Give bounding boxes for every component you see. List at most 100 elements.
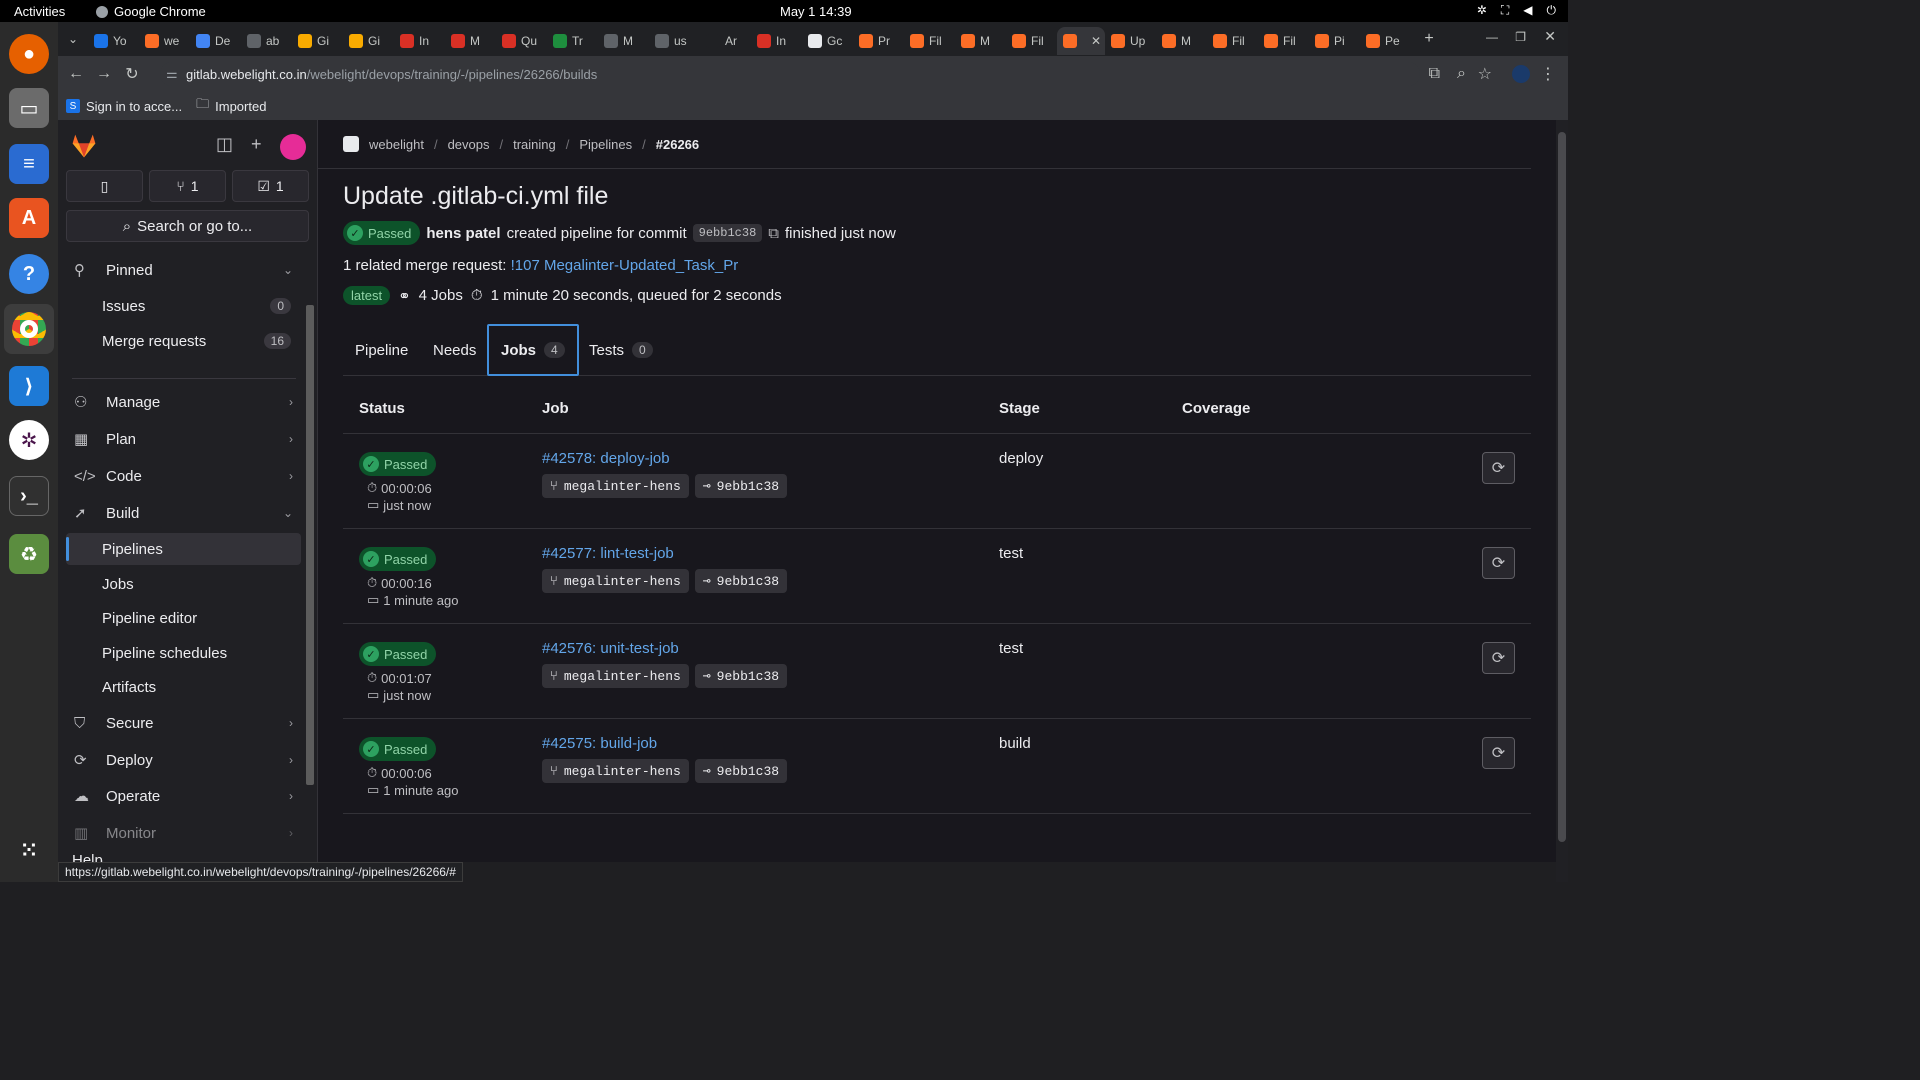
- retry-button[interactable]: ⟳: [1482, 737, 1515, 769]
- bookmark-folder-imported[interactable]: 🗀 Imported: [196, 95, 266, 117]
- new-tab-button[interactable]: +: [1415, 30, 1443, 48]
- breadcrumb-devops[interactable]: devops: [448, 137, 490, 152]
- browser-tab[interactable]: In: [394, 27, 445, 55]
- user-avatar[interactable]: [279, 134, 306, 160]
- bookmark-signin[interactable]: S Sign in to acce...: [66, 99, 182, 114]
- terminal-icon[interactable]: ›_: [9, 476, 49, 516]
- browser-tab[interactable]: we: [139, 27, 190, 55]
- browser-tab[interactable]: Pe: [1360, 27, 1411, 55]
- branch-ref[interactable]: ⑂ megalinter-hens: [542, 474, 689, 498]
- commit-ref[interactable]: ⊸ 9ebb1c38: [694, 664, 788, 688]
- merge-request-link[interactable]: !107 Megalinter-Updated_Task_Pr: [511, 257, 739, 274]
- trash-icon[interactable]: ♻: [9, 534, 49, 574]
- sidebar-item-merge-requests[interactable]: Merge requests 16: [66, 325, 301, 357]
- browser-tab[interactable]: M: [598, 27, 649, 55]
- minimize-button[interactable]: —: [1486, 30, 1498, 44]
- slack-tray-icon[interactable]: ✲: [1477, 3, 1487, 18]
- browser-tab[interactable]: Gc: [802, 27, 853, 55]
- sidebar-item-code[interactable]: </> Code ›: [66, 460, 301, 492]
- browser-tab[interactable]: Qu: [496, 27, 547, 55]
- breadcrumb-current[interactable]: #26266: [656, 137, 699, 152]
- clock[interactable]: May 1 14:39: [780, 4, 852, 19]
- close-window-button[interactable]: ✕: [1544, 28, 1556, 45]
- activities-button[interactable]: Activities: [14, 4, 65, 19]
- browser-tab[interactable]: Ar: [700, 27, 751, 55]
- browser-tab[interactable]: Pr: [853, 27, 904, 55]
- bookmark-star-icon[interactable]: ☆: [1478, 64, 1492, 84]
- volume-icon[interactable]: ◀: [1523, 3, 1532, 18]
- gitlab-logo-icon[interactable]: [70, 132, 98, 160]
- breadcrumb-webelight[interactable]: webelight: [369, 137, 424, 152]
- browser-tab[interactable]: M: [445, 27, 496, 55]
- job-link[interactable]: #42578: deploy-job: [542, 450, 670, 467]
- sidebar-scrollbar[interactable]: [306, 250, 314, 840]
- browser-tab[interactable]: us: [649, 27, 700, 55]
- help-icon[interactable]: ?: [9, 254, 49, 294]
- tab-tests[interactable]: Tests 0: [577, 324, 665, 376]
- author-link[interactable]: hens patel: [426, 225, 500, 242]
- sidebar-pinned[interactable]: ⚲ Pinned ⌄: [66, 254, 301, 286]
- branch-ref[interactable]: ⑂ megalinter-hens: [542, 664, 689, 688]
- browser-tab[interactable]: Tr: [547, 27, 598, 55]
- chrome-menu-icon[interactable]: ⋮: [1540, 64, 1556, 84]
- sidebar-item-manage[interactable]: ⚇ Manage ›: [66, 386, 301, 418]
- browser-tab[interactable]: ab: [241, 27, 292, 55]
- browser-tab[interactable]: Fil: [904, 27, 955, 55]
- browser-tab[interactable]: Fil: [1207, 27, 1258, 55]
- browser-tab[interactable]: M: [1156, 27, 1207, 55]
- system-tray[interactable]: ✲ ⛶ ◀ ⏻: [1477, 3, 1556, 18]
- commit-ref[interactable]: ⊸ 9ebb1c38: [694, 759, 788, 783]
- job-status-badge[interactable]: ✓ Passed: [359, 737, 437, 761]
- page-scrollbar-thumb[interactable]: [1558, 132, 1566, 842]
- search-button[interactable]: ⌕ Search or go to...: [66, 210, 309, 242]
- restore-button[interactable]: ❐: [1515, 30, 1526, 44]
- sidebar-item-secure[interactable]: ⛉ Secure ›: [66, 707, 301, 739]
- site-info-icon[interactable]: ⚌: [166, 66, 178, 82]
- commit-ref[interactable]: ⊸ 9ebb1c38: [694, 569, 788, 593]
- sidebar-item-pipeline-schedules[interactable]: Pipeline schedules: [66, 637, 301, 669]
- branch-ref[interactable]: ⑂ megalinter-hens: [542, 759, 689, 783]
- browser-tab[interactable]: De: [190, 27, 241, 55]
- breadcrumb-training[interactable]: training: [513, 137, 556, 152]
- software-center-icon[interactable]: A: [9, 198, 49, 238]
- writer-icon[interactable]: ≡: [9, 144, 49, 184]
- browser-tab[interactable]: Gi: [343, 27, 394, 55]
- status-badge[interactable]: ✓ Passed: [343, 221, 421, 245]
- browser-tab[interactable]: Fil: [1258, 27, 1309, 55]
- job-status-badge[interactable]: ✓ Passed: [359, 452, 437, 476]
- branch-ref[interactable]: ⑂ megalinter-hens: [542, 569, 689, 593]
- browser-tab[interactable]: Yo: [88, 27, 139, 55]
- install-icon[interactable]: ⧉: [1429, 65, 1440, 83]
- network-icon[interactable]: ⛶: [1501, 3, 1509, 18]
- sidebar-item-artifacts[interactable]: Artifacts: [66, 671, 301, 703]
- breadcrumb-pipelines[interactable]: Pipelines: [579, 137, 632, 152]
- close-tab-icon[interactable]: ✕: [1091, 34, 1101, 48]
- sidebar-item-pipeline-editor[interactable]: Pipeline editor: [66, 602, 301, 634]
- job-status-badge[interactable]: ✓ Passed: [359, 642, 437, 666]
- browser-tab[interactable]: Gi: [292, 27, 343, 55]
- sidebar-item-issues[interactable]: Issues 0: [66, 290, 301, 322]
- chrome-dock-icon[interactable]: [4, 304, 54, 354]
- copy-icon[interactable]: ⧉: [768, 225, 779, 242]
- tab-needs[interactable]: Needs: [421, 324, 488, 376]
- forward-button[interactable]: →: [90, 65, 118, 83]
- sidebar-item-deploy[interactable]: ⟳ Deploy ›: [66, 744, 301, 776]
- job-link[interactable]: #42576: unit-test-job: [542, 640, 679, 657]
- job-link[interactable]: #42575: build-job: [542, 735, 657, 752]
- show-apps-icon[interactable]: ⁙: [9, 830, 49, 870]
- scrollbar-thumb[interactable]: [306, 305, 314, 785]
- create-new-icon[interactable]: +: [251, 134, 262, 160]
- tab-pipeline[interactable]: Pipeline: [343, 324, 420, 376]
- browser-tab[interactable]: In: [751, 27, 802, 55]
- zoom-icon[interactable]: ⌕: [1457, 65, 1466, 83]
- sidebar-item-pipelines[interactable]: Pipelines: [66, 533, 301, 565]
- browser-tab[interactable]: Fil: [1006, 27, 1057, 55]
- tab-jobs[interactable]: Jobs 4: [487, 324, 579, 376]
- power-icon[interactable]: ⏻: [1547, 3, 1557, 18]
- job-link[interactable]: #42577: lint-test-job: [542, 545, 674, 562]
- toggle-sidebar-icon[interactable]: ◫: [216, 134, 233, 160]
- files-icon[interactable]: ▭: [9, 88, 49, 128]
- sidebar-item-jobs[interactable]: Jobs: [66, 568, 301, 600]
- retry-button[interactable]: ⟳: [1482, 452, 1515, 484]
- address-bar[interactable]: ⚌ gitlab.webelight.co.in/webelight/devop…: [160, 62, 1420, 86]
